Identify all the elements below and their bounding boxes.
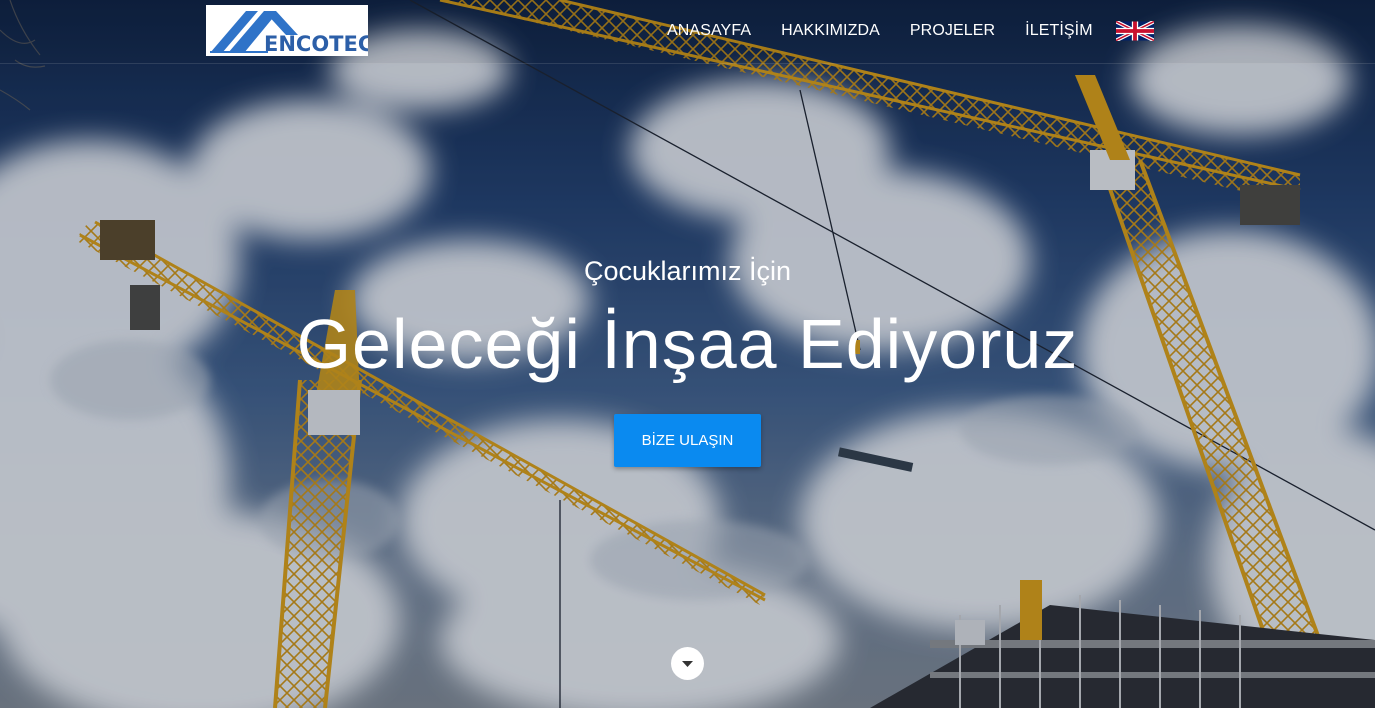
chevron-down-icon	[682, 661, 693, 667]
nav-item-anasayfa[interactable]: ANASAYFA	[667, 22, 751, 40]
nav-item-iletisim[interactable]: İLETİŞİM	[1025, 22, 1092, 40]
nav-item-hakkimizda[interactable]: HAKKIMIZDA	[781, 22, 880, 40]
hero-title: Geleceği İnşaa Ediyoruz	[296, 305, 1079, 383]
main-nav: ANASAYFA HAKKIMIZDA PROJELER İLETİŞİM	[667, 20, 1123, 42]
encotech-logo[interactable]: ENCOTECH	[206, 5, 368, 56]
logo-mark-icon: ENCOTECH	[210, 11, 368, 56]
logo-text: ENCOTECH	[264, 32, 368, 56]
nav-item-projeler[interactable]: PROJELER	[910, 22, 995, 40]
top-navbar: ENCOTECH ANASAYFA HAKKIMIZDA PROJELER İL…	[0, 0, 1375, 64]
hero-section: ENCOTECH ANASAYFA HAKKIMIZDA PROJELER İL…	[0, 0, 1375, 708]
scroll-down-button[interactable]	[671, 647, 704, 680]
hero-subtitle: Çocuklarımız İçin	[583, 256, 792, 286]
contact-us-button[interactable]: BİZE ULAŞIN	[614, 414, 761, 467]
uk-flag-icon[interactable]	[1115, 19, 1155, 43]
